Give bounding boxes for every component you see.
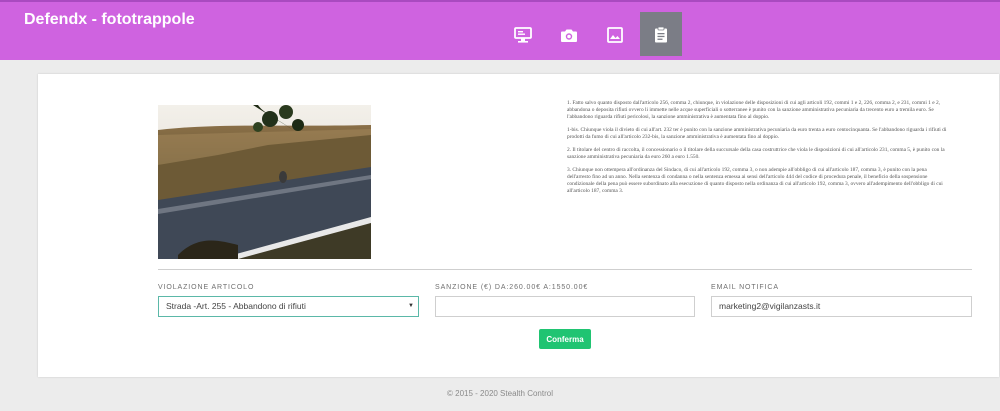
nav-violations[interactable] bbox=[640, 12, 682, 56]
fine-label: SANZIONE (€) DA:260.00€ A:1550.00€ bbox=[435, 284, 589, 291]
image-icon bbox=[607, 27, 623, 43]
chevron-down-icon: ▼ bbox=[408, 303, 414, 309]
email-field[interactable]: marketing2@vigilanzasts.it bbox=[711, 296, 972, 317]
camera-icon bbox=[561, 29, 577, 42]
violation-select-value: Strada -Art. 255 - Abbandono di rifiuti bbox=[166, 301, 306, 311]
email-label: EMAIL NOTIFICA bbox=[711, 284, 779, 291]
fine-input[interactable] bbox=[435, 296, 695, 317]
violation-label: VIOLAZIONE ARTICOLO bbox=[158, 284, 255, 291]
legal-paragraph-2: 1-bis. Chiunque viola il divieto di cui … bbox=[567, 127, 947, 140]
legal-paragraph-3: 2. Il titolare del centro di raccolta, i… bbox=[567, 147, 945, 160]
legal-paragraph-4: 3. Chiunque non ottempera all'ordinanza … bbox=[567, 167, 943, 194]
footer-copyright: © 2015 - 2020 Stealth Control bbox=[447, 389, 553, 398]
legal-text: 1. Fatto salvo quanto disposto dall'arti… bbox=[567, 100, 947, 201]
nav-camera[interactable] bbox=[546, 12, 592, 58]
nav-images[interactable] bbox=[592, 12, 638, 58]
section-divider bbox=[158, 269, 972, 270]
confirm-button[interactable]: Conferma bbox=[539, 329, 591, 349]
clipboard-icon bbox=[655, 26, 667, 42]
nav-monitor[interactable] bbox=[500, 12, 546, 58]
legal-paragraph-1: 1. Fatto salvo quanto disposto dall'arti… bbox=[567, 100, 941, 120]
violation-card: 1. Fatto salvo quanto disposto dall'arti… bbox=[38, 74, 999, 377]
app-title[interactable]: Defendx - fototrappole bbox=[24, 11, 195, 29]
email-field-value: marketing2@vigilanzasts.it bbox=[719, 301, 821, 311]
top-navbar: Defendx - fototrappole bbox=[0, 0, 1000, 60]
main-nav bbox=[500, 12, 682, 58]
trap-photo bbox=[158, 105, 371, 259]
monitor-icon bbox=[514, 27, 532, 43]
violation-select[interactable]: Strada -Art. 255 - Abbandono di rifiuti … bbox=[158, 296, 419, 317]
